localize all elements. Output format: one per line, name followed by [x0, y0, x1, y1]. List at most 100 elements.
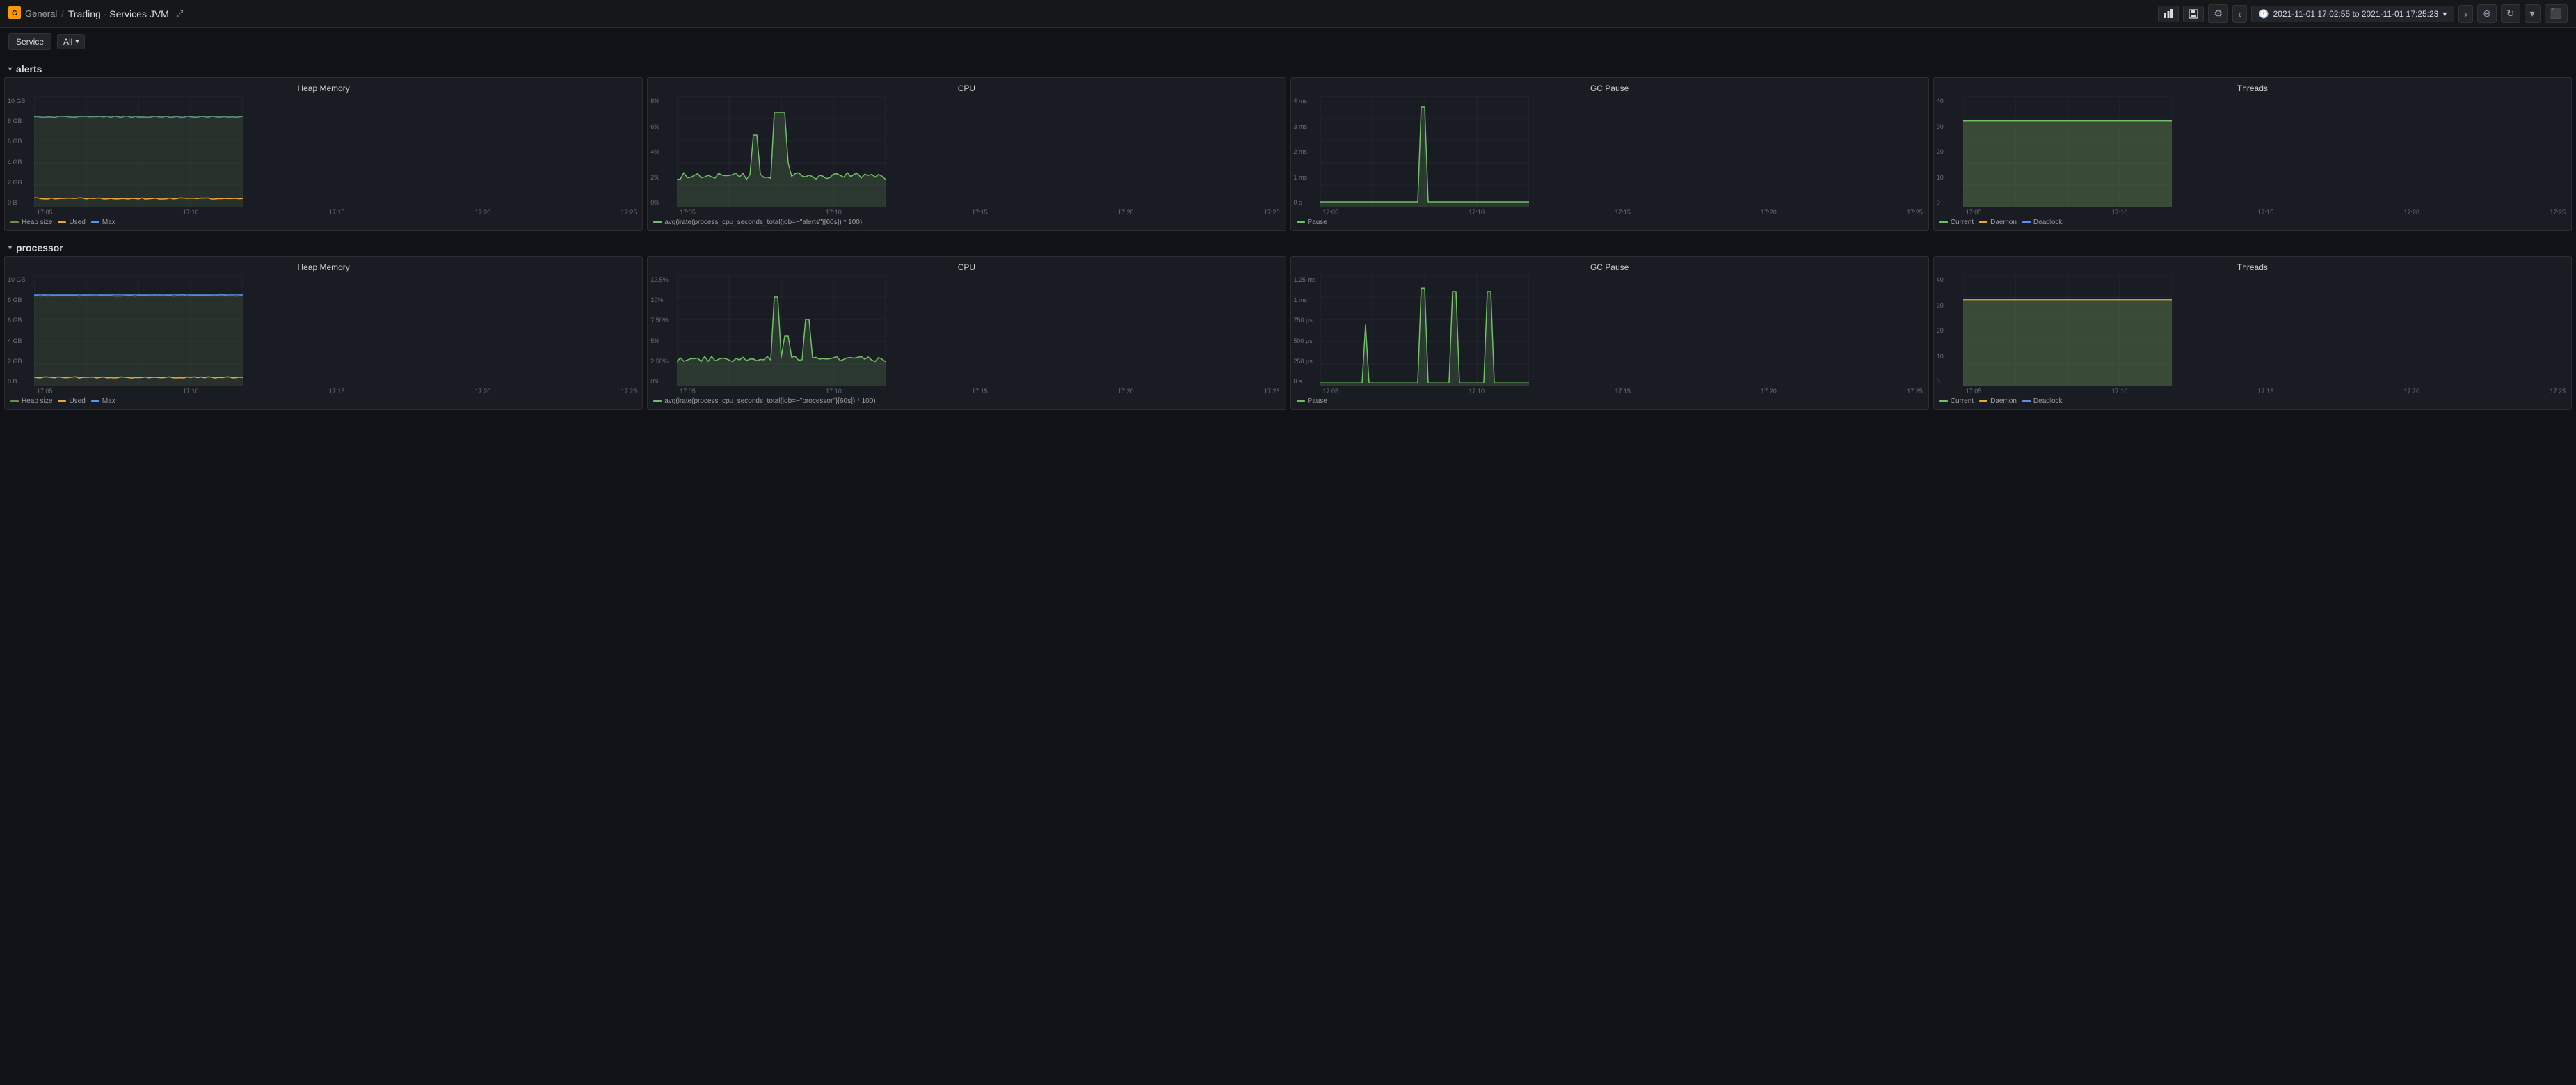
chart-svg-wrap-heap-memory-processor[interactable] — [34, 275, 639, 386]
tv-mode-button[interactable]: ⬛ — [2545, 4, 2568, 23]
time-range-picker[interactable]: 🕐 2021-11-01 17:02:55 to 2021-11-01 17:2… — [2251, 6, 2455, 22]
y-axis-label: 10 — [1937, 353, 1960, 360]
y-axis-label: 20 — [1937, 327, 1960, 334]
y-axis-label: 6 GB — [8, 317, 31, 324]
x-axis-label: 17:10 — [826, 388, 842, 395]
y-axis-label: 0% — [650, 378, 674, 385]
refresh-dropdown-button[interactable]: ▾ — [2525, 4, 2541, 23]
y-axis-label: 0 B — [8, 199, 31, 206]
y-axis-label: 0 — [1937, 199, 1960, 206]
y-axis-label: 12.5% — [650, 276, 674, 283]
legend-color — [10, 221, 19, 223]
breadcrumb-page-title: Trading - Services JVM — [68, 8, 169, 19]
charts-row-processor: Heap Memory10 GB8 GB6 GB4 GB2 GB0 B17:05… — [0, 256, 2576, 414]
section-alerts: ▾alertsHeap Memory10 GB8 GB6 GB4 GB2 GB0… — [0, 56, 2576, 235]
y-axis-label: 1 ms — [1294, 174, 1318, 181]
y-axis-label: 8% — [650, 97, 674, 104]
y-axis-heap-memory-alerts: 10 GB8 GB6 GB4 GB2 GB0 B — [8, 96, 34, 207]
x-axis-label: 17:10 — [2112, 388, 2128, 395]
x-axis-label: 17:25 — [1264, 388, 1280, 395]
settings-button[interactable]: ⚙ — [2208, 4, 2228, 23]
legend-color — [2022, 221, 2031, 223]
legend-color — [91, 221, 99, 223]
x-axis-label: 17:10 — [2112, 209, 2128, 216]
chart-title-threads-alerts: Threads — [1937, 84, 2568, 93]
x-axis-label: 17:15 — [2258, 209, 2274, 216]
y-axis-label: 500 µs — [1294, 338, 1318, 344]
y-axis-label: 4 GB — [8, 159, 31, 166]
x-axis-label: 17:10 — [1469, 388, 1485, 395]
legend-label: Used — [69, 397, 85, 405]
breadcrumb-general[interactable]: General — [25, 8, 57, 19]
time-range-text: 2021-11-01 17:02:55 to 2021-11-01 17:25:… — [2273, 9, 2439, 19]
legend-label: Daemon — [1990, 219, 2017, 226]
service-all-value: All — [63, 37, 72, 47]
chart-svg-wrap-cpu-processor[interactable] — [677, 275, 1282, 386]
x-axis-label: 17:20 — [1761, 388, 1777, 395]
x-axis-label: 17:15 — [329, 209, 345, 216]
x-axis-label: 17:15 — [1615, 388, 1631, 395]
legend-color — [1939, 400, 1948, 402]
x-axis-label: 17:05 — [680, 209, 696, 216]
y-axis-label: 30 — [1937, 123, 1960, 130]
zoom-out-button[interactable]: ⊖ — [2477, 4, 2497, 23]
y-axis-label: 10 GB — [8, 276, 31, 283]
legend-color — [1939, 221, 1948, 223]
x-axis-label: 17:15 — [972, 209, 988, 216]
chart-svg-wrap-gc-pause-processor[interactable] — [1320, 275, 1926, 386]
service-all-dropdown[interactable]: All ▾ — [57, 34, 85, 49]
y-axis-gc-pause-processor: 1.25 ms1 ms750 µs500 µs250 µs0 s — [1294, 275, 1320, 386]
chart-legend-cpu-alerts: avg(irate(process_cpu_seconds_total{job=… — [650, 216, 1282, 228]
legend-label: Pause — [1308, 397, 1327, 405]
chart-svg-wrap-heap-memory-alerts[interactable] — [34, 96, 639, 207]
sections-container: ▾alertsHeap Memory10 GB8 GB6 GB4 GB2 GB0… — [0, 56, 2576, 414]
share-icon[interactable]: ⤢ — [176, 8, 183, 19]
x-axis-label: 17:25 — [621, 388, 637, 395]
y-axis-label: 1 ms — [1294, 296, 1318, 303]
chart-svg-wrap-threads-processor[interactable] — [1963, 275, 2568, 386]
section-header-processor[interactable]: ▾processor — [0, 235, 2576, 256]
y-axis-label: 30 — [1937, 302, 1960, 309]
chart-panel-heap-memory-processor: Heap Memory10 GB8 GB6 GB4 GB2 GB0 B17:05… — [4, 256, 643, 410]
x-axis-label: 17:10 — [183, 388, 199, 395]
x-axis-label: 17:20 — [1761, 209, 1777, 216]
save-button[interactable] — [2183, 6, 2204, 22]
section-chevron-processor: ▾ — [8, 244, 12, 252]
x-axis-label: 17:15 — [1615, 209, 1631, 216]
legend-item: Current — [1939, 397, 1974, 405]
chart-svg-wrap-cpu-alerts[interactable] — [677, 96, 1282, 207]
y-axis-label: 8 GB — [8, 118, 31, 125]
refresh-button[interactable]: ↻ — [2501, 4, 2520, 23]
y-axis-label: 0 s — [1294, 378, 1318, 385]
chart-svg-wrap-gc-pause-alerts[interactable] — [1320, 96, 1926, 207]
x-axis-label: 17:05 — [37, 388, 53, 395]
section-header-alerts[interactable]: ▾alerts — [0, 56, 2576, 77]
legend-label: avg(irate(process_cpu_seconds_total{job=… — [664, 219, 862, 226]
prev-time-button[interactable]: ‹ — [2232, 5, 2247, 23]
x-axis-label: 17:25 — [1907, 388, 1923, 395]
y-axis-label: 10 GB — [8, 97, 31, 104]
charts-row-alerts: Heap Memory10 GB8 GB6 GB4 GB2 GB0 B17:05… — [0, 77, 2576, 235]
legend-item: Max — [91, 397, 115, 405]
x-axis-label: 17:15 — [2258, 388, 2274, 395]
legend-color — [58, 221, 66, 223]
x-axis-label: 17:05 — [680, 388, 696, 395]
x-axis-gc-pause-alerts: 17:0517:1017:1517:2017:25 — [1294, 209, 1926, 216]
y-axis-label: 4 GB — [8, 338, 31, 344]
chart-svg-wrap-threads-alerts[interactable] — [1963, 96, 2568, 207]
legend-item: Deadlock — [2022, 219, 2063, 226]
y-axis-threads-alerts: 403020100 — [1937, 96, 1963, 207]
x-axis-label: 17:15 — [329, 388, 345, 395]
legend-item: avg(irate(process_cpu_seconds_total{job=… — [653, 219, 862, 226]
section-chevron-alerts: ▾ — [8, 65, 12, 73]
y-axis-label: 4% — [650, 148, 674, 155]
service-filter-button[interactable]: Service — [8, 33, 51, 50]
x-axis-label: 17:20 — [2404, 209, 2420, 216]
next-time-button[interactable]: › — [2458, 5, 2473, 23]
grafana-logo: G — [8, 6, 21, 21]
bar-chart-button[interactable] — [2158, 6, 2179, 22]
legend-color — [1979, 221, 1987, 223]
y-axis-label: 0 B — [8, 378, 31, 385]
section-processor: ▾processorHeap Memory10 GB8 GB6 GB4 GB2 … — [0, 235, 2576, 414]
legend-item: Deadlock — [2022, 397, 2063, 405]
